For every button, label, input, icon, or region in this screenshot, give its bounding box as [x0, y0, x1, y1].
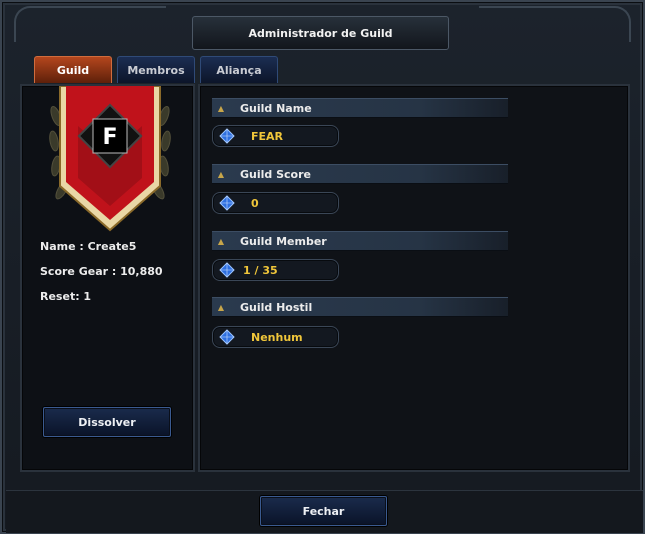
- section-header-guild-hostil: ▲ Guild Hostil: [212, 297, 508, 317]
- guild-hostil-value: Nenhum: [251, 330, 303, 344]
- score-gear: Score Gear : 10,880: [40, 265, 163, 278]
- window-title-bar[interactable]: Administrador de Guild: [192, 16, 449, 50]
- window-title: Administrador de Guild: [248, 26, 393, 40]
- guild-hostil-value-box: Nenhum: [212, 326, 339, 348]
- bullet-icon: ▲: [217, 169, 225, 179]
- section-header-guild-score: ▲ Guild Score: [212, 164, 508, 184]
- guild-info-panel: F Name : Create5 Score Gear : 10,880 Res…: [20, 84, 195, 472]
- blue-gem-icon: [219, 329, 235, 345]
- guild-admin-window: Administrador de Guild Guild Membros Ali…: [0, 0, 645, 534]
- section-label: Guild Hostil: [240, 300, 313, 314]
- tab-bar: Guild Membros Aliança: [34, 56, 278, 84]
- section-header-guild-member: ▲ Guild Member: [212, 231, 508, 251]
- section-label: Guild Member: [240, 234, 327, 248]
- dissolve-button[interactable]: Dissolver: [43, 407, 171, 437]
- guild-name-value-box: FEAR: [212, 125, 339, 147]
- guild-mark-letter: F: [102, 125, 117, 150]
- section-label: Guild Name: [240, 101, 312, 115]
- tab-alianca[interactable]: Aliança: [200, 56, 278, 83]
- guild-details-panel: ▲ Guild Name FEAR ▲ Guild Score 0 ▲ Guil…: [198, 84, 630, 472]
- tab-membros[interactable]: Membros: [117, 56, 195, 83]
- tab-guild[interactable]: Guild: [34, 56, 112, 83]
- blue-gem-icon: [219, 128, 235, 144]
- blue-gem-icon: [219, 262, 235, 278]
- guild-score-value: 0: [251, 196, 259, 210]
- frame-ornament-right: [479, 6, 631, 42]
- section-header-guild-name: ▲ Guild Name: [212, 98, 508, 118]
- blue-gem-icon: [219, 195, 235, 211]
- bullet-icon: ▲: [217, 302, 225, 312]
- frame-ornament-left: [14, 6, 166, 42]
- guild-name-value: FEAR: [251, 129, 284, 143]
- guild-score-value-box: 0: [212, 192, 339, 214]
- bullet-icon: ▲: [217, 236, 225, 246]
- guild-member-value-box: 1 / 35: [212, 259, 339, 281]
- guild-master-name: Name : Create5: [40, 240, 137, 253]
- section-label: Guild Score: [240, 167, 311, 181]
- reset-count: Reset: 1: [40, 290, 92, 303]
- close-button[interactable]: Fechar: [260, 496, 387, 526]
- guild-member-value: 1 / 35: [243, 263, 278, 277]
- bullet-icon: ▲: [217, 103, 225, 113]
- guild-banner-icon: F: [49, 86, 171, 232]
